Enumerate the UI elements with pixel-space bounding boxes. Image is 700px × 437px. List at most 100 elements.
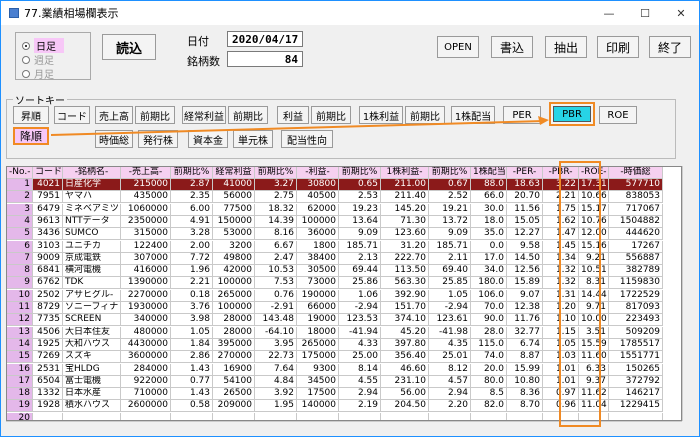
table-cell: 15 (7, 351, 33, 364)
table-cell: 1.43 (171, 388, 213, 401)
table-cell: 185.71 (429, 240, 471, 253)
table-cell: 356.40 (381, 351, 429, 364)
table-cell: 2531 (33, 363, 63, 376)
sort-ascending-button[interactable]: 昇順 (13, 106, 49, 124)
column-header: -ROE- (579, 167, 609, 179)
table-cell: -2.91 (255, 302, 297, 314)
table-cell: 77500 (213, 203, 255, 216)
table-row[interactable]: 14 1925 大和ハウス 4430000 1.84 395000 3.95 265000 4.… (7, 338, 663, 351)
table-cell: 8.31 (579, 277, 609, 290)
table-cell: 1.96 (171, 265, 213, 278)
stock-table[interactable]: -No.- コード -銘柄名- -売上高- 前期比% 経常利益 前期比% -利益- 前期比% 1株… (6, 166, 682, 421)
table-cell: ミネベアミツ (63, 203, 121, 216)
table-cell: 25.01 (429, 351, 471, 364)
table-cell: 42000 (213, 265, 255, 278)
table-cell: 18 (7, 388, 33, 401)
table-row[interactable]: 17 6504 富士電機 922000 0.77 54100 4.84 34500 4.55 23… (7, 375, 663, 388)
table-cell: 20.0 (471, 363, 507, 376)
date-field[interactable]: 2020/04/17 (227, 31, 303, 47)
table-cell: 11.56 (507, 203, 543, 216)
table-cell: 8.5 (471, 388, 507, 401)
table-row[interactable]: 18 1332 日本水産 710000 1.43 26500 3.92 17500 2.94 56… (7, 388, 663, 401)
table-cell: 838053 (609, 191, 663, 204)
vertical-scrollbar[interactable] (682, 166, 698, 421)
table-cell: -2.94 (339, 302, 381, 314)
table-cell: 2.87 (171, 179, 213, 191)
maximize-icon[interactable]: ☐ (627, 1, 663, 25)
table-cell: 2.11 (429, 252, 471, 265)
print-button[interactable]: 印刷 (597, 36, 639, 58)
read-button[interactable]: 読込 (102, 34, 156, 60)
table-row[interactable]: 10 2502 アサヒグル- 2270000 0.18 265000 0.76 190000 1… (7, 289, 663, 302)
table-cell: 1229415 (609, 400, 663, 413)
table-cell: 14.50 (507, 252, 543, 265)
table-row[interactable]: 13 4506 大日本住友 480000 1.05 28000 -64.10 18000 -41… (7, 326, 663, 339)
table-cell: 315000 (121, 228, 171, 241)
table-row[interactable]: 8 6841 横河電機 416000 1.96 42000 10.53 30500 69.44 1… (7, 265, 663, 278)
table-cell: 3436 (33, 228, 63, 241)
table-row[interactable]: 19 1928 積水ハウス 2600000 0.58 209000 1.95 140000 2.… (7, 400, 663, 413)
table-cell: 9.71 (579, 302, 609, 314)
table-cell (339, 412, 381, 420)
table-cell: 180.0 (471, 277, 507, 290)
table-row[interactable]: 1 4021 日産化学 215000 2.87 41000 3.27 30800 0.65 211… (7, 179, 663, 191)
table-row[interactable]: 9 6762 TDK 1390000 2.21 100000 7.53 73000 25.86 5… (7, 277, 663, 290)
horizontal-scrollbar[interactable] (6, 421, 682, 435)
table-cell: 382789 (609, 265, 663, 278)
table-row[interactable]: 11 8729 ソニーフィナ 1930000 3.76 100000 -2.91 66000-… (7, 302, 663, 314)
column-header: -PBR- (543, 167, 579, 179)
table-cell: 1.32 (543, 265, 579, 278)
column-header: 1株配当 (471, 167, 507, 179)
table-row[interactable]: 12 7735 SCREEN 340000 3.98 28000 143.48 19000 12… (7, 314, 663, 327)
table-row[interactable]: 15 7269 スズキ 3600000 2.86 270000 22.73 175000 25.… (7, 351, 663, 364)
table-row[interactable]: 3 6479 ミネベアミツ 1060000 6.00 77500 18.32 62000 19.… (7, 203, 663, 216)
table-cell: 17267 (609, 240, 663, 253)
table-cell: 日産化学 (63, 179, 121, 191)
table-cell: 30500 (297, 265, 339, 278)
write-button[interactable]: 書込 (491, 36, 533, 58)
column-header: 前期比% (171, 167, 213, 179)
table-cell: 416000 (121, 265, 171, 278)
table-cell: 1.05 (543, 338, 579, 351)
column-header: コード (33, 167, 63, 179)
table-row[interactable]: 2 7951 ヤマハ 435000 2.35 56000 2.75 40500 2.53 211.… (7, 191, 663, 204)
table-cell: 2.75 (255, 191, 297, 204)
table-cell: 88.0 (471, 179, 507, 191)
table-cell: 8.70 (507, 400, 543, 413)
extract-button[interactable]: 抽出 (545, 36, 587, 58)
table-cell: スズキ (63, 351, 121, 364)
radio-daily[interactable]: 日足 (22, 38, 64, 53)
open-button[interactable]: OPEN (437, 36, 479, 58)
table-cell: 1.05 (171, 326, 213, 339)
table-cell: 4 (7, 215, 33, 228)
table-cell: ソニーフィナ (63, 302, 121, 314)
column-header: -時価総 (609, 167, 663, 179)
table-cell: 富士電機 (63, 375, 121, 388)
close-icon[interactable]: ✕ (663, 1, 699, 25)
table-row[interactable]: 20 (7, 412, 663, 420)
table-cell: 10.66 (579, 191, 609, 204)
sort-descending-button[interactable]: 降順 (13, 127, 49, 145)
table-row[interactable]: 16 2531 宝HLDG 284000 1.43 16900 7.64 9300 8.14 46… (7, 363, 663, 376)
table-cell: 0.65 (339, 179, 381, 191)
table-row[interactable]: 4 9613 NTTデータ 2350000 4.91 150000 14.39 100000 1… (7, 215, 663, 228)
count-label: 銘柄数 (187, 55, 220, 68)
table-cell: 8.14 (339, 363, 381, 376)
sort-roe[interactable]: ROE (599, 106, 637, 124)
exit-button[interactable]: 終了 (649, 36, 691, 58)
table-cell: 397.80 (381, 338, 429, 351)
table-row[interactable]: 7 9009 京成電鉄 307000 7.72 49800 2.47 38400 2.13 222… (7, 252, 663, 265)
table-row[interactable]: 6 3103 ユニチカ 122400 2.00 3200 6.67 1800 185.71 31.… (7, 240, 663, 253)
table-cell: 211.00 (381, 179, 429, 191)
table-cell: 10 (7, 289, 33, 302)
table-cell: 9009 (33, 252, 63, 265)
table-cell: 435000 (121, 191, 171, 204)
table-cell: 3.95 (255, 338, 297, 351)
table-row[interactable]: 5 3436 SUMCO 315000 3.28 53000 8.16 36000 9.09 12… (7, 228, 663, 241)
table-cell: 1.43 (171, 363, 213, 376)
table-cell: 34500 (297, 375, 339, 388)
table-cell: 6.74 (507, 338, 543, 351)
minimize-icon[interactable]: — (591, 1, 627, 25)
table-cell: 1.45 (543, 240, 579, 253)
table-cell: 2.94 (339, 388, 381, 401)
